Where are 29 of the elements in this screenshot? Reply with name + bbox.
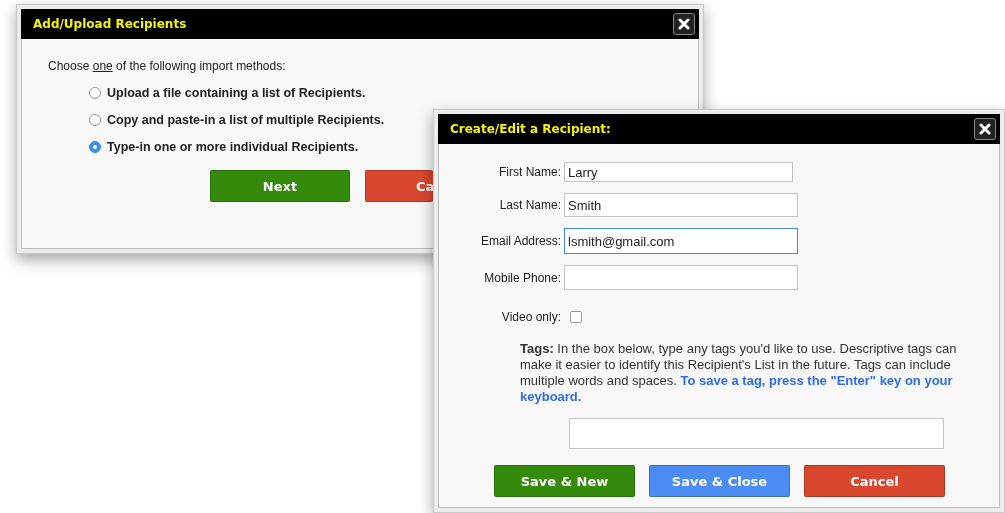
option-label[interactable]: Type-in one or more individual Recipients. bbox=[107, 140, 359, 154]
field-label: Video only: bbox=[500, 310, 561, 324]
radio-button[interactable] bbox=[89, 141, 101, 153]
dialog-title: Add/Upload Recipients bbox=[33, 17, 187, 31]
input-field[interactable] bbox=[564, 265, 798, 290]
cancel-button[interactable]: Cancel bbox=[804, 465, 945, 497]
close-icon bbox=[979, 123, 991, 135]
radio-button[interactable] bbox=[89, 87, 101, 99]
input-field[interactable]: Larry bbox=[564, 162, 793, 182]
checkbox[interactable] bbox=[570, 311, 582, 323]
close-icon bbox=[678, 18, 690, 30]
action-button[interactable]: Save & New bbox=[494, 465, 635, 497]
radio-button[interactable] bbox=[89, 114, 101, 126]
tags-help-text: Tags: In the box below, type any tags you'd like to use. Descriptive tags can make it easier to identify this Recipient's List in the future. Tags can include multiple words and spaces. To save a tag, press the "Enter" key on your keyboard. bbox=[520, 341, 957, 405]
field-label: Last Name: bbox=[498, 198, 561, 212]
field-label: First Name: bbox=[498, 165, 561, 179]
field-label: Mobile Phone: bbox=[483, 270, 561, 285]
input-field[interactable]: Smith bbox=[564, 193, 798, 217]
cancel-button[interactable]: Ca bbox=[365, 170, 433, 202]
tags-field[interactable] bbox=[569, 418, 944, 449]
close-button[interactable] bbox=[974, 118, 996, 140]
instruction-text: Choose one of the following import methods: bbox=[48, 59, 287, 73]
input-field[interactable]: lsmith@gmail.com bbox=[564, 228, 798, 254]
dialog-title: Create/Edit a Recipient: bbox=[450, 122, 611, 136]
close-button[interactable] bbox=[673, 13, 695, 35]
action-button[interactable]: Next bbox=[210, 170, 350, 202]
option-label[interactable]: Copy and paste-in a list of multiple Recipients. bbox=[107, 113, 385, 127]
field-label: Email Address: bbox=[479, 234, 561, 248]
option-label[interactable]: Upload a file containing a list of Recipients. bbox=[107, 86, 366, 100]
